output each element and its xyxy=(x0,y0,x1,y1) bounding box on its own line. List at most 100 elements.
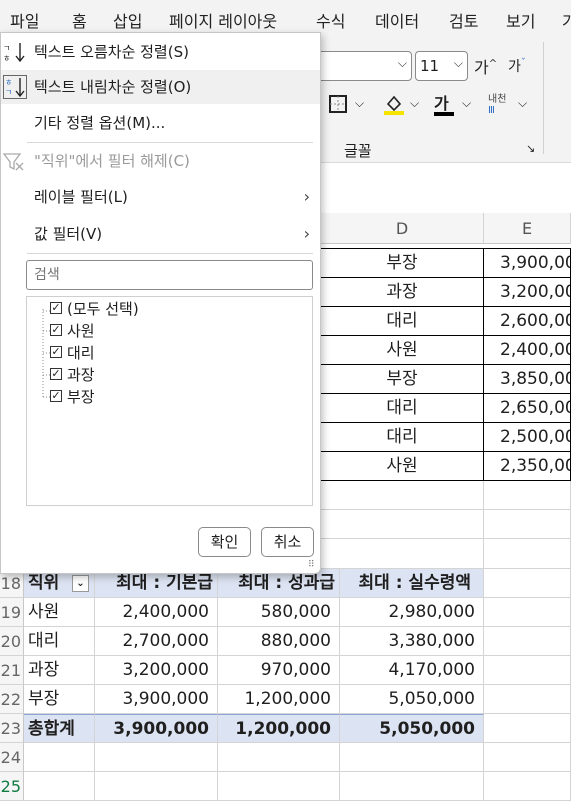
cell-e[interactable]: 2,350,000 xyxy=(484,452,571,481)
cell-empty[interactable] xyxy=(484,714,571,743)
checkbox-checked-icon[interactable]: ✓ xyxy=(50,390,62,402)
tab-view[interactable]: 보기 xyxy=(506,8,535,32)
pivot-header-net-pay[interactable]: 최대 : 실수령액 xyxy=(340,569,484,598)
tab-file[interactable]: 파일 xyxy=(10,8,39,32)
chevron-down-icon[interactable]: ⌵ xyxy=(410,96,419,111)
pivot-cell[interactable]: 880,000 xyxy=(218,627,340,656)
pivot-row-label[interactable]: 사원 xyxy=(24,598,95,627)
tab-data[interactable]: 데이터 xyxy=(375,8,419,32)
cell-d[interactable]: 대리 xyxy=(321,394,484,423)
row-number[interactable]: 20 xyxy=(0,627,24,656)
row-number[interactable]: 25 xyxy=(0,772,24,801)
checkbox-checked-icon[interactable]: ✓ xyxy=(50,368,62,380)
cell-empty[interactable] xyxy=(484,656,571,685)
pivot-cell[interactable]: 5,050,000 xyxy=(340,685,484,714)
cell-empty[interactable] xyxy=(484,481,571,510)
cell-empty[interactable] xyxy=(484,539,571,569)
pivot-total-cell[interactable]: 5,050,000 xyxy=(340,714,484,743)
tab-home[interactable]: 홈 xyxy=(72,8,87,39)
cancel-button[interactable]: 취소 xyxy=(261,527,314,557)
pivot-cell[interactable]: 4,170,000 xyxy=(340,656,484,685)
pivot-cell[interactable]: 580,000 xyxy=(218,598,340,627)
pivot-cell[interactable]: 2,400,000 xyxy=(95,598,218,627)
pivot-total-cell[interactable]: 1,200,000 xyxy=(218,714,340,743)
cell-empty[interactable] xyxy=(24,772,95,801)
pivot-cell[interactable]: 3,900,000 xyxy=(95,685,218,714)
cell-d[interactable]: 대리 xyxy=(321,307,484,336)
cell-empty[interactable] xyxy=(484,510,571,539)
pivot-row-label[interactable]: 부장 xyxy=(24,685,95,714)
cell-empty[interactable] xyxy=(484,627,571,656)
cell-e[interactable]: 2,650,000 xyxy=(484,394,571,423)
cell-d[interactable]: 부장 xyxy=(321,365,484,394)
cell-d[interactable]: 대리 xyxy=(321,423,484,452)
menu-item-sort-descending[interactable]: ㅎ ㄱ 텍스트 내림차순 정렬(O) xyxy=(1,70,320,104)
pivot-total-label[interactable]: 총합계 xyxy=(24,714,95,743)
cell-empty[interactable] xyxy=(484,772,571,801)
dialog-launcher-icon[interactable]: ↘ xyxy=(526,142,535,155)
cell-empty[interactable] xyxy=(218,772,340,801)
checkbox-checked-icon[interactable]: ✓ xyxy=(50,324,62,336)
cell-empty[interactable] xyxy=(321,510,484,539)
menu-item-value-filter[interactable]: 값 필터(V) › xyxy=(1,217,320,251)
cell-empty[interactable] xyxy=(340,743,484,772)
checkbox-checked-icon[interactable]: ✓ xyxy=(50,346,62,358)
checkbox-checked-icon[interactable]: ✓ xyxy=(50,302,62,314)
tab-insert[interactable]: 삽입 xyxy=(113,8,142,32)
pivot-cell[interactable]: 2,980,000 xyxy=(340,598,484,627)
chevron-down-icon[interactable]: ⌵ xyxy=(462,96,471,111)
cell-d[interactable]: 부장 xyxy=(321,249,484,278)
cell-e[interactable]: 3,900,000 xyxy=(484,249,571,278)
row-number[interactable]: 22 xyxy=(0,685,24,714)
cell-e[interactable]: 3,200,000 xyxy=(484,278,571,307)
tab-page-layout[interactable]: 페이지 레이아웃 xyxy=(169,8,277,32)
fill-color-button[interactable] xyxy=(383,92,405,116)
cell-empty[interactable] xyxy=(24,743,95,772)
cell-e[interactable]: 2,600,000 xyxy=(484,307,571,336)
shrink-font-button[interactable]: 가ˇ xyxy=(508,56,526,76)
cell-empty[interactable] xyxy=(321,539,484,569)
pivot-cell[interactable]: 1,200,000 xyxy=(218,685,340,714)
tab-review[interactable]: 검토 xyxy=(449,8,478,32)
column-header-e[interactable]: E xyxy=(484,213,571,244)
filter-dropdown-icon[interactable]: ⌄ xyxy=(72,575,89,592)
menu-item-sort-ascending[interactable]: ㄱ ㅎ 텍스트 오름차순 정렬(S) xyxy=(1,35,320,69)
column-header-d[interactable]: D xyxy=(321,213,484,244)
cell-d[interactable]: 사원 xyxy=(321,336,484,365)
pivot-cell[interactable]: 2,700,000 xyxy=(95,627,218,656)
menu-item-more-sort-options[interactable]: 기타 정렬 옵션(M)... xyxy=(1,106,320,140)
pivot-cell[interactable]: 3,200,000 xyxy=(95,656,218,685)
phonetic-button[interactable]: 내천 Ⅲ xyxy=(488,94,506,116)
ok-button[interactable]: 확인 xyxy=(198,527,251,557)
cell-empty[interactable] xyxy=(321,481,484,510)
cell-d[interactable]: 사원 xyxy=(321,452,484,481)
cell-empty[interactable] xyxy=(484,685,571,714)
filter-search-input[interactable] xyxy=(26,260,313,290)
pivot-cell[interactable]: 3,380,000 xyxy=(340,627,484,656)
cell-e[interactable]: 2,500,000 xyxy=(484,423,571,452)
chevron-down-icon[interactable]: ⌵ xyxy=(518,96,527,111)
font-size-select[interactable]: 11 ⌵ xyxy=(415,51,468,81)
cell-empty[interactable] xyxy=(340,772,484,801)
pivot-cell[interactable]: 970,000 xyxy=(218,656,340,685)
resize-grip-icon[interactable]: ⠿ xyxy=(308,560,315,570)
cell-empty[interactable] xyxy=(484,743,571,772)
cell-empty[interactable] xyxy=(484,598,571,627)
font-color-button[interactable]: 가 xyxy=(434,90,456,116)
row-number[interactable]: 24 xyxy=(0,743,24,772)
cell-empty[interactable] xyxy=(484,569,571,598)
menu-item-clear-filter[interactable]: "직위"에서 필터 해제(C) xyxy=(1,144,320,178)
cell-e[interactable]: 2,400,000 xyxy=(484,336,571,365)
chevron-down-icon[interactable]: ⌵ xyxy=(355,96,364,111)
tab-formulas[interactable]: 수식 xyxy=(316,8,345,32)
cell-e[interactable]: 3,850,000 xyxy=(484,365,571,394)
filter-item-list[interactable]: ✓ (모두 선택) ✓ 사원 ✓ 대리 ✓ 과장 ✓ 부장 xyxy=(26,296,313,506)
grow-font-button[interactable]: 가^ xyxy=(474,54,497,78)
borders-button[interactable] xyxy=(328,94,348,114)
tab-overflow[interactable]: 가 xyxy=(562,8,571,32)
cell-empty[interactable] xyxy=(95,743,218,772)
pivot-total-cell[interactable]: 3,900,000 xyxy=(95,714,218,743)
row-number[interactable]: 19 xyxy=(0,598,24,627)
pivot-row-label[interactable]: 대리 xyxy=(24,627,95,656)
menu-item-label-filter[interactable]: 레이블 필터(L) › xyxy=(1,180,320,214)
